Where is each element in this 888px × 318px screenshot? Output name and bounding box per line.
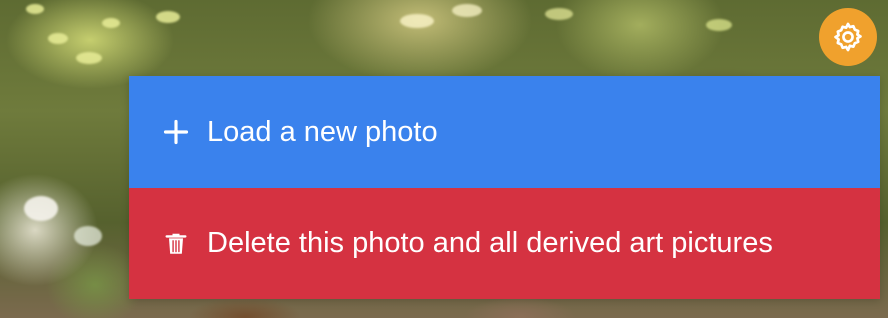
gear-icon — [834, 22, 862, 52]
settings-button[interactable] — [819, 8, 877, 66]
load-photo-label: Load a new photo — [207, 115, 438, 148]
photo-actions-menu: Load a new photo Delete this photo and a… — [129, 76, 880, 299]
plus-icon — [161, 117, 191, 147]
photo-bottom-edge — [0, 299, 888, 318]
delete-photo-button[interactable]: Delete this photo and all derived art pi… — [129, 188, 880, 299]
photo-view: Load a new photo Delete this photo and a… — [0, 0, 888, 318]
trash-icon — [161, 229, 191, 259]
load-photo-button[interactable]: Load a new photo — [129, 76, 880, 188]
delete-photo-label: Delete this photo and all derived art pi… — [207, 227, 773, 259]
